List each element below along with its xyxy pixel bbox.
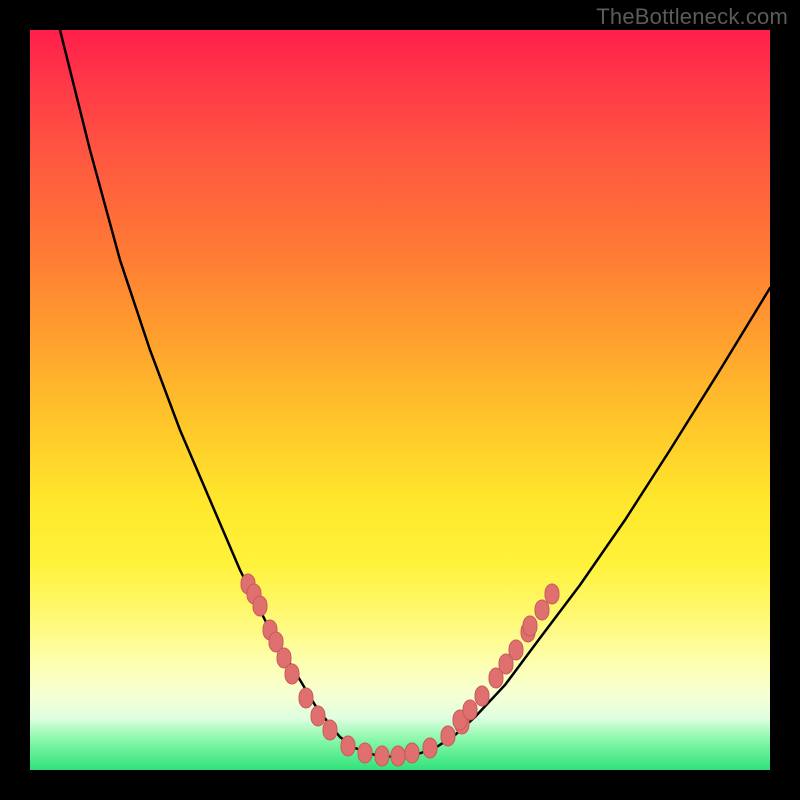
- curve-marker: [299, 688, 313, 708]
- curve-marker: [323, 720, 337, 740]
- chart-root: TheBottleneck.com: [0, 0, 800, 800]
- curve-marker: [269, 632, 283, 652]
- curve-marker: [311, 706, 325, 726]
- gradient-plot-area: [30, 30, 770, 770]
- curve-marker: [247, 584, 261, 604]
- curve-marker: [358, 743, 372, 763]
- curve-marker: [253, 596, 267, 616]
- curve-marker: [455, 714, 469, 734]
- curve-marker: [341, 736, 355, 756]
- curve-marker: [521, 622, 535, 642]
- curve-marker: [453, 710, 467, 730]
- curve-marker: [441, 726, 455, 746]
- curve-marker: [499, 654, 513, 674]
- curve-marker: [375, 746, 389, 766]
- curve-marker: [523, 616, 537, 636]
- curve-marker: [391, 746, 405, 766]
- curve-marker: [241, 574, 255, 594]
- curve-marker: [423, 738, 437, 758]
- curve-marker: [475, 686, 489, 706]
- curve-marker: [263, 620, 277, 640]
- curve-marker: [489, 668, 503, 688]
- curve-marker: [463, 700, 477, 720]
- curve-marker: [405, 743, 419, 763]
- bottleneck-curve-svg: [30, 30, 770, 770]
- bottleneck-curve-path: [60, 30, 770, 757]
- curve-marker: [277, 648, 291, 668]
- curve-marker: [285, 664, 299, 684]
- curve-marker: [535, 600, 549, 620]
- curve-marker: [545, 584, 559, 604]
- attribution-label: TheBottleneck.com: [596, 4, 788, 30]
- curve-marker: [509, 640, 523, 660]
- curve-markers: [241, 574, 559, 766]
